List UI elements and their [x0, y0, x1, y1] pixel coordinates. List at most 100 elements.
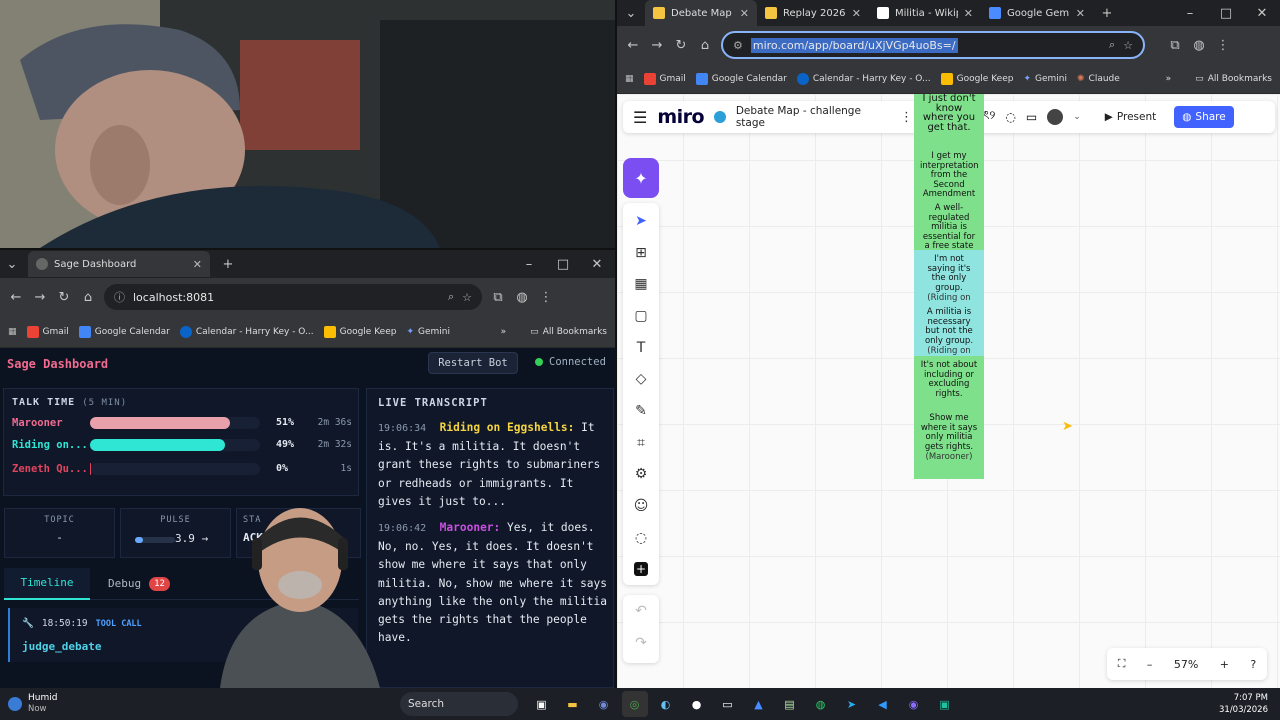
browser-tab[interactable]: Replay 2026-03✕	[757, 0, 869, 26]
obs-icon[interactable]: ◉	[901, 691, 927, 717]
browser-tab[interactable]: Google Gemini✕	[981, 0, 1093, 26]
hamburger-menu-icon[interactable]: ☰	[633, 108, 647, 127]
help-icon[interactable]: ?	[1250, 658, 1256, 671]
terminal-icon[interactable]: ▭	[715, 691, 741, 717]
task-view-icon[interactable]: ▣	[529, 691, 555, 717]
zoom-in-icon[interactable]: +	[1220, 658, 1229, 671]
sticky-note[interactable]: A militia is necessary but not the only …	[914, 303, 984, 356]
chrome-icon[interactable]: ◎	[621, 691, 648, 717]
minimize-button[interactable]: –	[1182, 6, 1198, 21]
profile-icon[interactable]: ◍	[514, 290, 530, 305]
close-window-button[interactable]: ✕	[589, 257, 605, 272]
all-bookmarks[interactable]: ▭ All Bookmarks	[530, 327, 607, 337]
address-bar[interactable]: ⓘ localhost:8081 ⌕ ☆	[104, 284, 482, 310]
menu-icon[interactable]: ⋮	[1215, 38, 1231, 53]
new-tab-button[interactable]: +	[220, 257, 236, 272]
apps-tool-icon[interactable]: ⚙	[625, 458, 657, 490]
fit-screen-icon[interactable]: ⛶	[1118, 657, 1126, 671]
more-bookmarks-icon[interactable]: »	[501, 327, 507, 337]
bookmark-outlook-calendar[interactable]: Calendar - Harry Key - O...	[796, 72, 931, 85]
apps-icon[interactable]: ▦	[8, 327, 17, 337]
extensions-icon[interactable]: ⧉	[1167, 38, 1183, 53]
new-tab-button[interactable]: +	[1099, 6, 1115, 21]
reload-icon[interactable]: ↻	[673, 38, 689, 53]
pen-icon[interactable]: ✎	[625, 395, 657, 427]
zoom-icon[interactable]: ⌕	[1109, 38, 1115, 52]
bookmark-claude[interactable]: ✺ Claude	[1077, 74, 1120, 84]
restart-bot-button[interactable]: Restart Bot	[428, 352, 518, 374]
text-tool-icon[interactable]: T	[625, 332, 657, 364]
sticky-note[interactable]: I just don't know where you get that.	[914, 93, 984, 147]
sticky-note-icon[interactable]: ▢	[625, 300, 657, 332]
chevron-down-icon[interactable]: ⌄	[1073, 112, 1081, 122]
steam-icon[interactable]: ◐	[653, 691, 679, 717]
close-tab-icon[interactable]: ✕	[964, 7, 973, 20]
sticky-note[interactable]: Show me where it says only militia gets …	[914, 409, 984, 479]
forward-button[interactable]: →	[649, 38, 665, 53]
more-tools-icon[interactable]: +	[625, 553, 657, 585]
board-options-icon[interactable]: ⋮	[900, 110, 913, 125]
tab-search-button[interactable]: ⌄	[4, 257, 20, 272]
comments-icon[interactable]: ◌	[1005, 110, 1015, 124]
comment-icon[interactable]: ◌	[625, 522, 657, 554]
discord-icon[interactable]: ◉	[591, 691, 617, 717]
reload-icon[interactable]: ↻	[56, 290, 72, 305]
address-bar[interactable]: ⚙ miro.com/app/board/uXjVGp4uoBs=/ ⌕ ☆	[721, 31, 1145, 59]
zoom-out-icon[interactable]: –	[1147, 658, 1153, 671]
sticky-note[interactable]: It's not about including or excluding ri…	[914, 356, 984, 409]
templates-icon[interactable]: ⊞	[625, 237, 657, 269]
maximize-button[interactable]: □	[555, 257, 571, 272]
whatsapp-icon[interactable]: ◍	[808, 691, 834, 717]
app-circle-icon[interactable]: ●	[684, 691, 710, 717]
home-icon[interactable]: ⌂	[697, 38, 713, 53]
tab-search-button[interactable]: ⌄	[623, 6, 639, 21]
taskbar-search[interactable]: Search	[400, 692, 518, 716]
close-tab-icon[interactable]: ✕	[193, 258, 202, 271]
app-green-icon[interactable]: ▣	[932, 691, 958, 717]
zoom-icon[interactable]: ⌕	[448, 290, 454, 304]
bookmark-gmail[interactable]: Gmail	[26, 325, 69, 338]
apps-icon[interactable]: ▦	[625, 74, 634, 84]
back-button[interactable]: ←	[625, 38, 641, 53]
shapes-icon[interactable]: ◇	[625, 363, 657, 395]
share-button[interactable]: ◍ Share	[1174, 106, 1234, 128]
select-tool-icon[interactable]: ➤	[625, 205, 657, 237]
notepad-icon[interactable]: ▤	[777, 691, 803, 717]
home-icon[interactable]: ⌂	[80, 290, 96, 305]
board-title[interactable]: Debate Map - challenge stage	[736, 105, 890, 129]
present-button[interactable]: ▶ Present	[1097, 107, 1164, 127]
bookmark-star-icon[interactable]: ☆	[462, 291, 472, 304]
file-explorer-icon[interactable]: ▬	[560, 691, 586, 717]
miro-logo[interactable]: miro	[657, 106, 704, 128]
ai-assist-button[interactable]: ✦	[623, 158, 659, 198]
vscode-icon[interactable]: ◀	[870, 691, 896, 717]
sticky-note[interactable]: A well-regulated militia is essential fo…	[914, 199, 984, 251]
bookmark-gemini[interactable]: ✦ Gemini	[406, 327, 450, 337]
maximize-button[interactable]: □	[1218, 6, 1234, 21]
extensions-icon[interactable]: ⧉	[490, 290, 506, 305]
bookmark-google-keep[interactable]: Google Keep	[940, 72, 1013, 85]
telegram-icon[interactable]: ➤	[839, 691, 865, 717]
bookmark-gemini[interactable]: ✦ Gemini	[1023, 74, 1067, 84]
minimize-button[interactable]: –	[521, 257, 537, 272]
tab-sage-dashboard[interactable]: Sage Dashboard ✕	[28, 251, 210, 277]
video-call-icon[interactable]: ▭	[1026, 110, 1037, 124]
emoji-icon[interactable]: ☺	[625, 490, 657, 522]
reactions-icon[interactable]: ৎ୨	[983, 107, 995, 127]
bookmark-gmail[interactable]: Gmail	[643, 72, 686, 85]
bookmark-google-keep[interactable]: Google Keep	[323, 325, 396, 338]
bookmark-google-calendar[interactable]: Google Calendar	[695, 72, 787, 85]
back-button[interactable]: ←	[8, 290, 24, 305]
tab-timeline[interactable]: Timeline	[4, 568, 90, 600]
bookmark-star-icon[interactable]: ☆	[1123, 39, 1133, 52]
browser-tab[interactable]: Militia - Wikipe✕	[869, 0, 981, 26]
frame-layout-icon[interactable]: ▦	[625, 268, 657, 300]
browser-tab[interactable]: Debate Map - c✕	[645, 0, 757, 26]
forward-button[interactable]: →	[32, 290, 48, 305]
undo-icon[interactable]: ↶	[625, 595, 657, 627]
user-avatar[interactable]	[1047, 109, 1064, 125]
more-bookmarks-icon[interactable]: »	[1166, 74, 1172, 84]
close-tab-icon[interactable]: ✕	[1076, 7, 1085, 20]
system-clock[interactable]: 7:07 PM 31/03/2026	[1219, 692, 1268, 716]
azure-icon[interactable]: ▲	[746, 691, 772, 717]
